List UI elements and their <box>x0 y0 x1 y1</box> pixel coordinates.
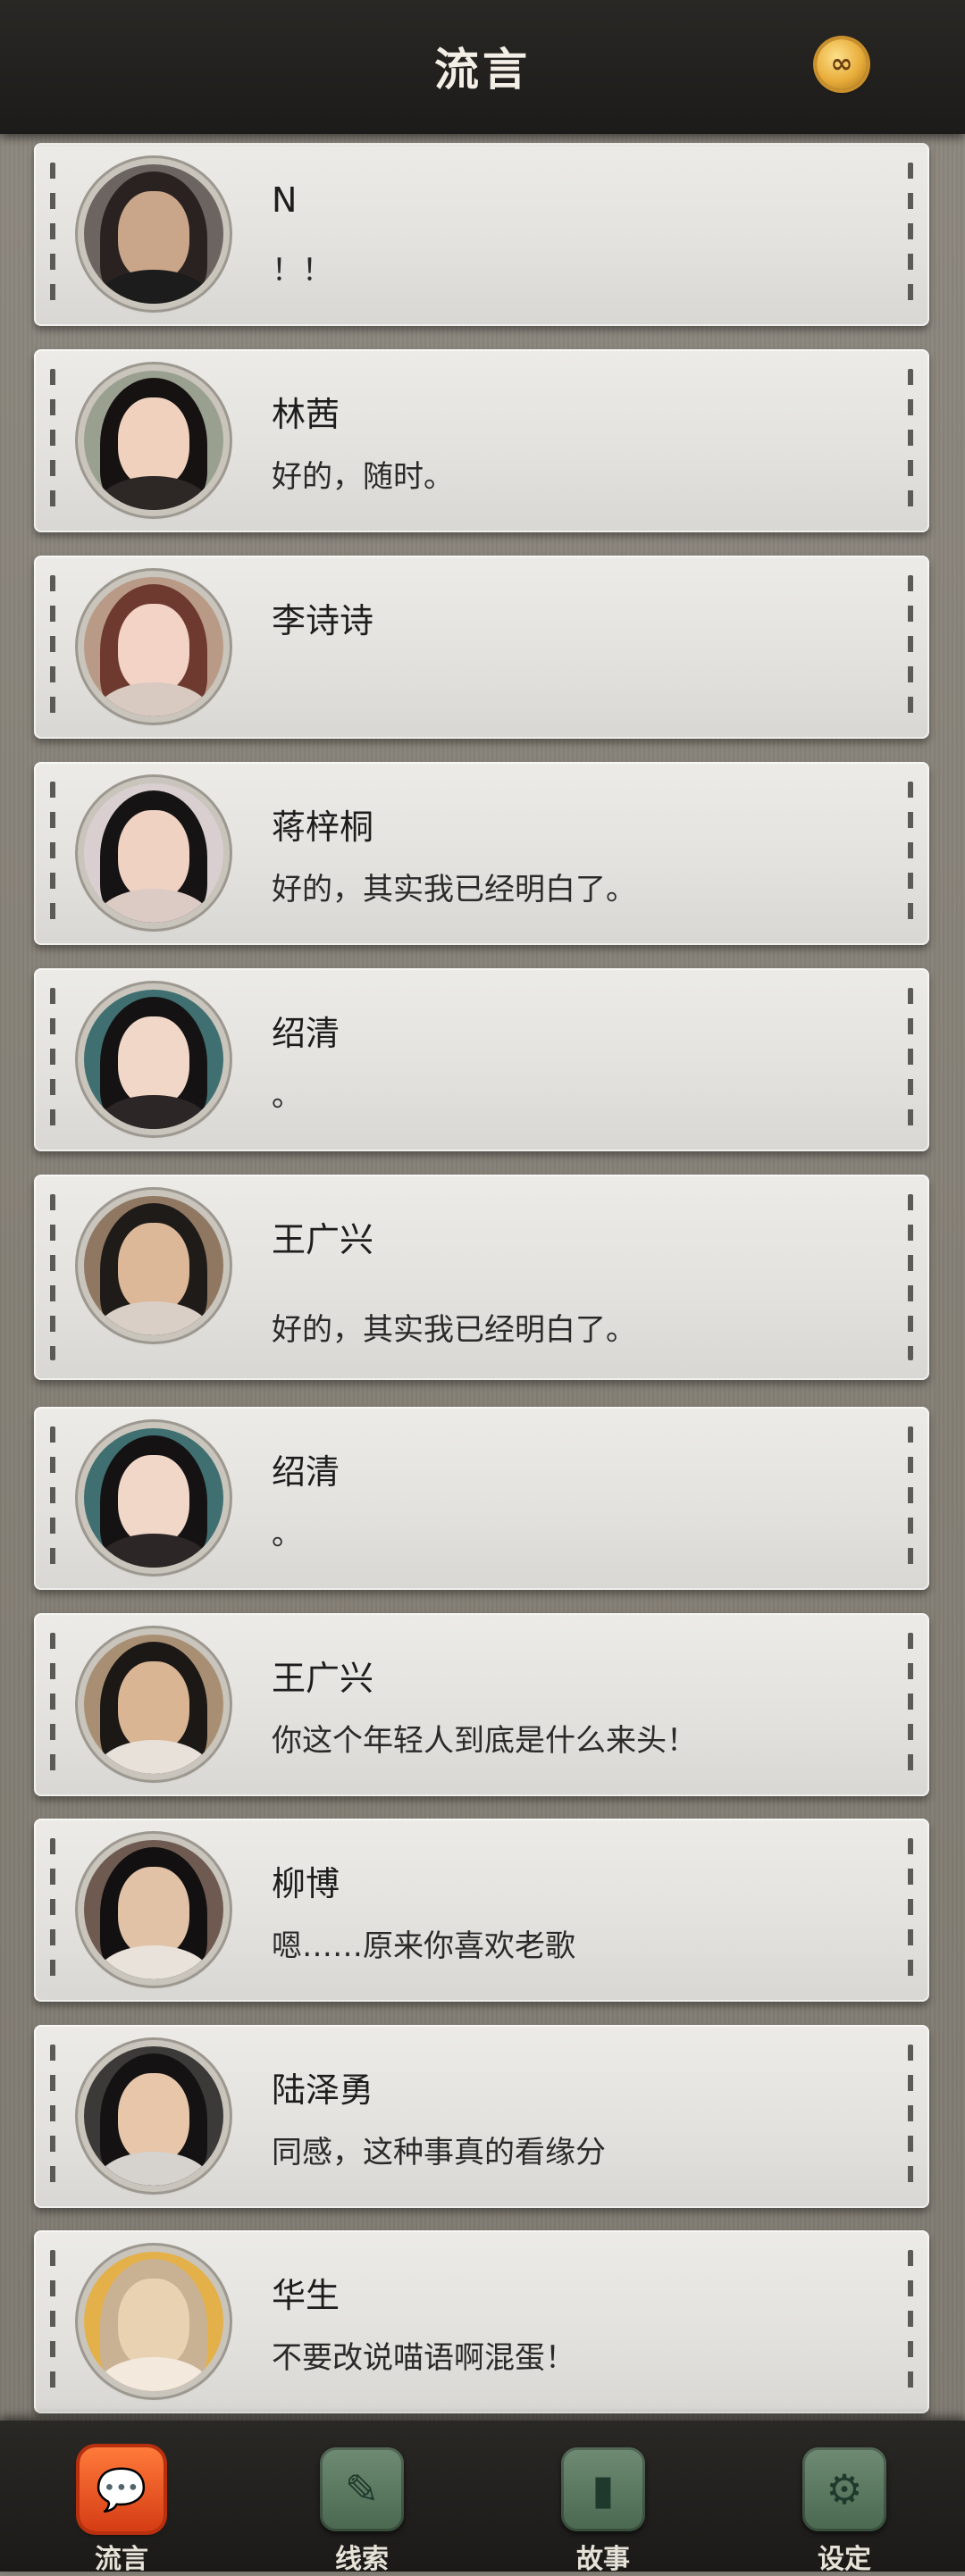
last-message: 嗯……原来你喜欢老歌 <box>272 1928 575 1964</box>
tab-story[interactable]: ▮ 故事 <box>514 2421 692 2575</box>
conversation-card[interactable]: 李诗诗 <box>34 556 929 739</box>
avatar <box>84 164 223 304</box>
last-message: 好的，其实我已经明白了。 <box>272 872 636 907</box>
contact-name: 华生 <box>272 2276 340 2315</box>
contact-name: 柳博 <box>272 1864 340 1903</box>
conversation-card[interactable]: N ！！ <box>34 143 929 326</box>
avatar <box>84 1635 223 1774</box>
tab-label: 流言 <box>95 2544 148 2575</box>
conversation-card[interactable]: 蒋梓桐 好的，其实我已经明白了。 <box>34 762 929 945</box>
avatar <box>84 990 223 1129</box>
contact-name: 绍清 <box>272 1014 340 1053</box>
tab-label: 线索 <box>335 2544 389 2575</box>
conversation-card[interactable]: 柳博 嗯……原来你喜欢老歌 <box>34 1819 929 2002</box>
last-message: 同感，这种事真的看缘分 <box>272 2135 606 2170</box>
contact-name: 王广兴 <box>272 1659 374 1698</box>
bottom-navigation: 💬 流言 ✎ 线索 ▮ 故事 ⚙ 设定 <box>0 2421 965 2575</box>
avatar <box>84 783 223 923</box>
contact-name: 王广兴 <box>272 1220 374 1259</box>
avatar <box>84 577 223 716</box>
infinity-coin-icon[interactable]: ∞ <box>817 39 867 89</box>
story-book-icon: ▮ <box>561 2447 645 2531</box>
coin-symbol: ∞ <box>830 48 853 79</box>
contact-name: N <box>272 180 298 220</box>
last-message: ！！ <box>272 253 332 289</box>
last-message: 好的，随时。 <box>272 459 454 495</box>
avatar <box>84 1196 223 1335</box>
conversation-card[interactable]: 陆泽勇 同感，这种事真的看缘分 <box>34 2025 929 2208</box>
conversation-card[interactable]: 华生 不要改说喵语啊混蛋！ <box>34 2230 929 2413</box>
avatar <box>84 371 223 510</box>
avatar <box>84 1840 223 1979</box>
settings-gear-icon: ⚙ <box>802 2447 886 2531</box>
last-message: 你这个年轻人到底是什么来头！ <box>272 1723 697 1759</box>
avatar <box>84 2046 223 2186</box>
contact-name: 绍清 <box>272 1452 340 1492</box>
clue-notes-icon: ✎ <box>320 2447 404 2531</box>
tab-clues[interactable]: ✎ 线索 <box>273 2421 451 2575</box>
conversation-card[interactable]: 王广兴 好的，其实我已经明白了。 <box>34 1175 929 1380</box>
conversation-card[interactable]: 林茜 好的，随时。 <box>34 349 929 532</box>
last-message: 不要改说喵语啊混蛋！ <box>272 2340 575 2376</box>
contact-name: 蒋梓桐 <box>272 807 374 847</box>
conversation-card[interactable]: 绍清 。 <box>34 1407 929 1590</box>
top-bar: 流言 ∞ <box>0 0 965 134</box>
avatar <box>84 1428 223 1568</box>
contact-name: 李诗诗 <box>272 601 374 640</box>
last-message: 。 <box>272 1078 302 1114</box>
contact-name: 陆泽勇 <box>272 2070 374 2110</box>
avatar <box>84 2252 223 2391</box>
last-message: 好的，其实我已经明白了。 <box>272 1312 636 1348</box>
last-message: 。 <box>272 1517 302 1552</box>
conversation-card[interactable]: 绍清 。 <box>34 968 929 1151</box>
contact-name: 林茜 <box>272 395 340 434</box>
tab-label: 故事 <box>576 2544 630 2575</box>
conversation-card[interactable]: 王广兴 你这个年轻人到底是什么来头！ <box>34 1613 929 1796</box>
tab-rumors[interactable]: 💬 流言 <box>32 2421 211 2575</box>
tab-settings[interactable]: ⚙ 设定 <box>755 2421 934 2575</box>
tab-label: 设定 <box>818 2544 871 2575</box>
conversation-list: N ！！ 林茜 好的，随时。 李诗诗 蒋梓桐 好的，其实我已经明白了。 绍清 。… <box>0 0 965 2572</box>
chat-bubble-icon: 💬 <box>80 2447 164 2531</box>
